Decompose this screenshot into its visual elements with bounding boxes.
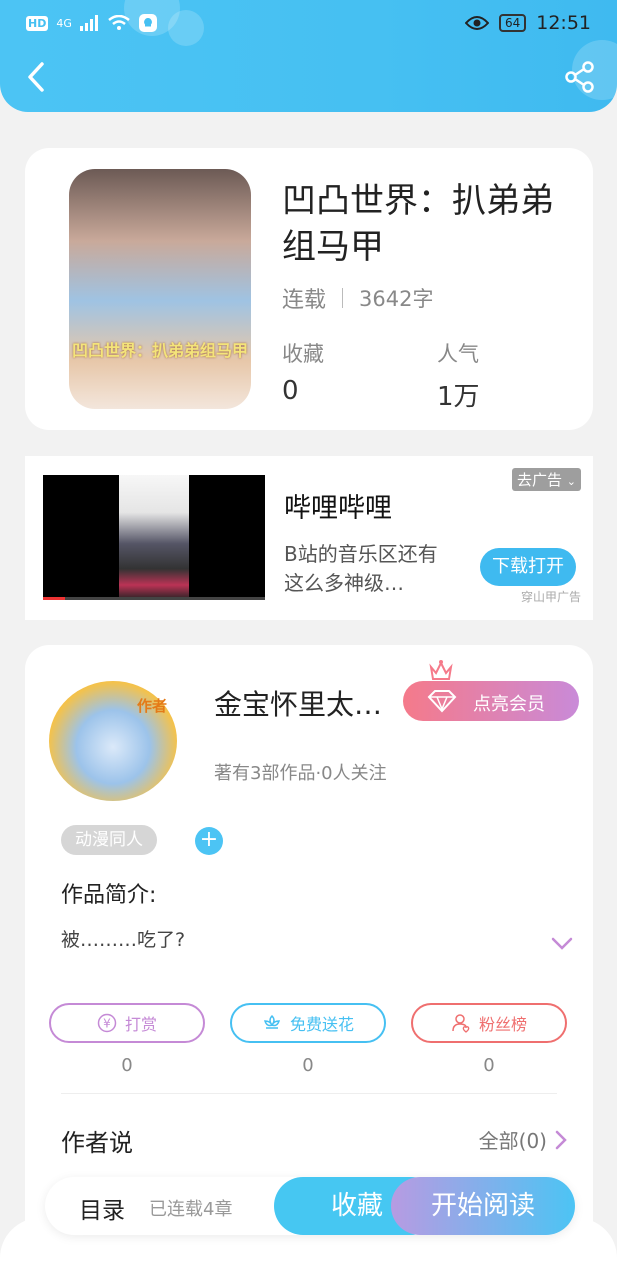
meta-divider: [342, 288, 344, 308]
vip-button[interactable]: 点亮会员: [403, 681, 579, 721]
tip-count: 0: [121, 1055, 133, 1076]
book-status: 连载: [282, 288, 327, 313]
send-flower-label: 免费送花: [289, 1015, 354, 1034]
remove-ad-label: 去广告: [516, 471, 562, 489]
bottom-action-bar: 目录 已连载4章 收藏 开始阅读: [45, 1177, 575, 1235]
send-flower-button[interactable]: 免费送花: [230, 1003, 386, 1043]
svg-text:¥: ¥: [103, 1017, 111, 1031]
intro-text: 被………吃了?: [61, 929, 186, 951]
author-stats: 著有3部作品·0人关注: [214, 763, 387, 784]
status-bar: HD 4G 64 12:51: [26, 8, 591, 38]
flower-count: 0: [302, 1055, 314, 1076]
author-avatar[interactable]: 作者: [49, 681, 177, 801]
notification-icon: [138, 14, 157, 32]
chevron-right-icon: [555, 1130, 567, 1149]
share-icon[interactable]: [563, 60, 597, 94]
clock: 12:51: [536, 12, 591, 34]
intro-label: 作品简介:: [61, 883, 157, 908]
book-meta: 连载 3642字: [282, 282, 433, 314]
book-info-card: 凹凸世界：扒弟弟组马甲 凹凸世界：扒弟弟组马甲 连载 3642字 收藏 0 人气…: [25, 148, 593, 430]
add-tag-button[interactable]: +: [195, 827, 223, 855]
wifi-icon: [108, 15, 130, 30]
favorites-count: 0: [282, 376, 299, 406]
book-cover[interactable]: 凹凸世界：扒弟弟组马甲: [69, 169, 251, 409]
view-all-label: 全部(0): [478, 1129, 547, 1153]
ad-description: B站的音乐区还有这么多神级…: [284, 542, 438, 595]
fan-user-icon: [452, 1014, 470, 1033]
hd-badge: HD: [26, 15, 49, 31]
tip-label: 打赏: [124, 1015, 157, 1034]
battery-icon: 64: [498, 14, 527, 32]
network-label: 4G: [56, 16, 72, 30]
fan-ranking-button[interactable]: 粉丝榜: [411, 1003, 567, 1043]
genre-tag[interactable]: 动漫同人: [61, 825, 157, 855]
chapter-count: 已连载4章: [149, 1199, 233, 1220]
favorites-label: 收藏: [282, 342, 324, 366]
ad-video-frame: [119, 475, 189, 600]
ad-source: 穿山甲广告: [520, 590, 581, 604]
popularity-count: 1万: [437, 382, 480, 412]
view-all-link[interactable]: 全部(0): [479, 1125, 567, 1154]
divider: [61, 1093, 557, 1094]
yuan-icon: ¥: [97, 1013, 117, 1033]
popularity-label: 人气: [437, 342, 479, 366]
author-name[interactable]: 金宝怀里太…: [214, 683, 382, 723]
ad-title: 哔哩哔哩: [284, 493, 392, 524]
diamond-icon: [427, 690, 457, 713]
toc-button[interactable]: 目录: [79, 1191, 125, 1225]
cover-title: 凹凸世界：扒弟弟组马甲: [71, 341, 248, 360]
crown-icon: [429, 660, 453, 680]
tip-button[interactable]: ¥ 打赏: [49, 1003, 205, 1043]
book-title: 凹凸世界：扒弟弟组马甲: [282, 181, 554, 267]
fan-count: 0: [483, 1055, 495, 1076]
avatar-tag: 作者: [136, 697, 167, 715]
author-say-heading: 作者说: [61, 1129, 133, 1157]
signal-icon: [79, 15, 98, 31]
remove-ad-button[interactable]: 去广告 ⌄: [511, 468, 581, 491]
ad-banner[interactable]: 哔哩哔哩 B站的音乐区还有这么多神级… 去广告 ⌄ 下载打开 穿山甲广告: [25, 456, 593, 620]
header: HD 4G 64 12:51: [0, 0, 617, 112]
back-icon[interactable]: [20, 60, 54, 94]
chevron-down-icon[interactable]: [551, 937, 573, 951]
start-reading-button[interactable]: 开始阅读: [391, 1177, 575, 1235]
chevron-down-icon: ⌄: [566, 475, 576, 488]
word-count: 3642字: [359, 287, 434, 311]
eye-icon: [464, 16, 489, 30]
flower-icon: [263, 1014, 281, 1029]
ad-download-button[interactable]: 下载打开: [480, 548, 576, 586]
vip-label: 点亮会员: [473, 694, 545, 715]
ad-video-thumbnail[interactable]: [43, 475, 265, 600]
ad-video-progress: [43, 597, 265, 600]
fan-ranking-label: 粉丝榜: [478, 1015, 527, 1034]
